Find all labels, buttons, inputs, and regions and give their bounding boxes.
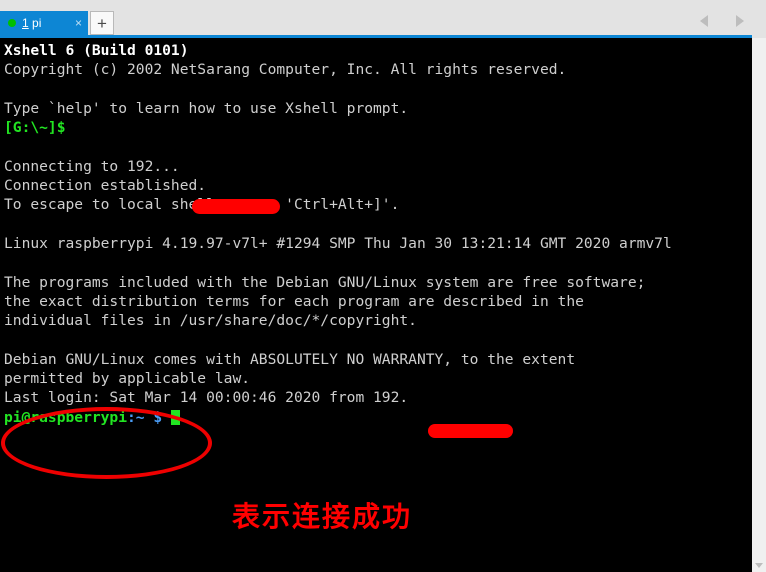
terminal-tab-pi[interactable]: 1 pi × xyxy=(0,11,88,35)
terminal-line-text: Type `help' to learn how to use Xshell p… xyxy=(4,99,409,117)
tab-scroll-controls xyxy=(700,12,744,30)
tab-number: 1 xyxy=(22,16,29,30)
scrollbar-thumb[interactable] xyxy=(753,40,765,240)
terminal-line: Connecting to 192... xyxy=(4,157,672,176)
terminal-line-text: Connecting to 192... xyxy=(4,157,180,175)
new-tab-button[interactable]: + xyxy=(90,11,114,35)
terminal-line-text: the exact distribution terms for each pr… xyxy=(4,292,584,310)
terminal-line-text: Xshell 6 (Build 0101) xyxy=(4,42,189,59)
tab-status-dot-icon xyxy=(8,19,16,27)
terminal-line: Connection established. xyxy=(4,176,672,195)
terminal-line-text: The programs included with the Debian GN… xyxy=(4,273,646,291)
terminal-line-text: Copyright (c) 2002 NetSarang Computer, I… xyxy=(4,61,567,79)
terminal-line: the exact distribution terms for each pr… xyxy=(4,292,672,311)
terminal-line: Type `help' to learn how to use Xshell p… xyxy=(4,99,672,118)
annotation-note: 表示连接成功 xyxy=(232,500,413,533)
tab-bar: 1 pi × + xyxy=(0,0,766,35)
close-icon[interactable]: × xyxy=(73,17,84,29)
terminal-line-text: Last login: Sat Mar 14 00:00:46 2020 fro… xyxy=(4,389,409,407)
terminal-line-text: Debian GNU/Linux comes with ABSOLUTELY N… xyxy=(4,350,576,368)
redaction-mark-last-login-ip xyxy=(428,424,513,438)
terminal-line-text: permitted by applicable law. xyxy=(4,370,251,388)
tab-label: 1 pi xyxy=(22,17,73,29)
terminal-line: Copyright (c) 2002 NetSarang Computer, I… xyxy=(4,60,672,79)
terminal-line: Linux raspberrypi 4.19.97-v7l+ #1294 SMP… xyxy=(4,234,672,253)
terminal-scrollbar[interactable] xyxy=(752,38,766,572)
terminal-line: To escape to local shell, press 'Ctrl+Al… xyxy=(4,195,672,214)
terminal-line: Debian GNU/Linux comes with ABSOLUTELY N… xyxy=(4,350,672,369)
terminal-line: individual files in /usr/share/doc/*/cop… xyxy=(4,311,672,330)
terminal-line: The programs included with the Debian GN… xyxy=(4,273,672,292)
redaction-mark-connecting-ip xyxy=(192,199,280,214)
terminal-line-text: individual files in /usr/share/doc/*/cop… xyxy=(4,312,417,330)
tab-session-name: pi xyxy=(28,16,42,30)
terminal-line: Xshell 6 (Build 0101) xyxy=(4,41,672,60)
chevron-left-icon[interactable] xyxy=(700,15,708,27)
terminal-line-text: [G:\~]$ xyxy=(4,119,66,137)
terminal-line-text: Connection established. xyxy=(4,177,207,195)
terminal-line: permitted by applicable law. xyxy=(4,369,672,388)
terminal-line: Last login: Sat Mar 14 00:00:46 2020 fro… xyxy=(4,388,672,407)
terminal-pane[interactable]: Xshell 6 (Build 0101) Copyright (c) 2002 … xyxy=(0,38,752,572)
highlight-ellipse xyxy=(1,407,212,479)
xshell-window: 1 pi × + Xshell 6 (Build 0101) Copyright … xyxy=(0,0,766,572)
terminal-line: [G:\~]$ xyxy=(4,118,672,137)
chevron-right-icon[interactable] xyxy=(736,15,744,27)
terminal-output: Xshell 6 (Build 0101) Copyright (c) 2002 … xyxy=(4,41,672,427)
terminal-line-text: Linux raspberrypi 4.19.97-v7l+ #1294 SMP… xyxy=(4,234,672,252)
scroll-down-icon[interactable] xyxy=(755,563,763,568)
